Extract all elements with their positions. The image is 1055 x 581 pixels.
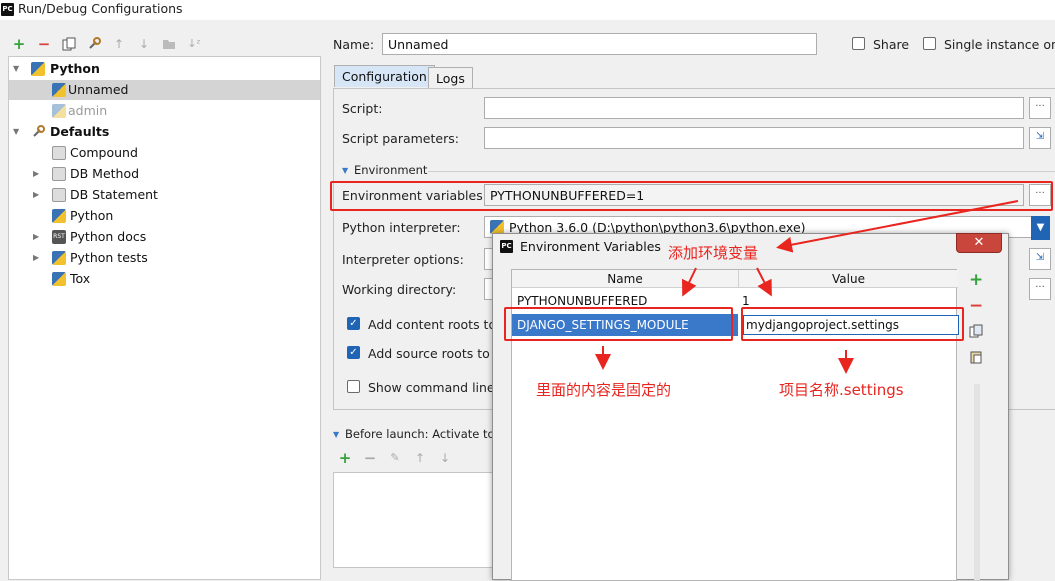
annotation-arrows — [595, 200, 1019, 374]
